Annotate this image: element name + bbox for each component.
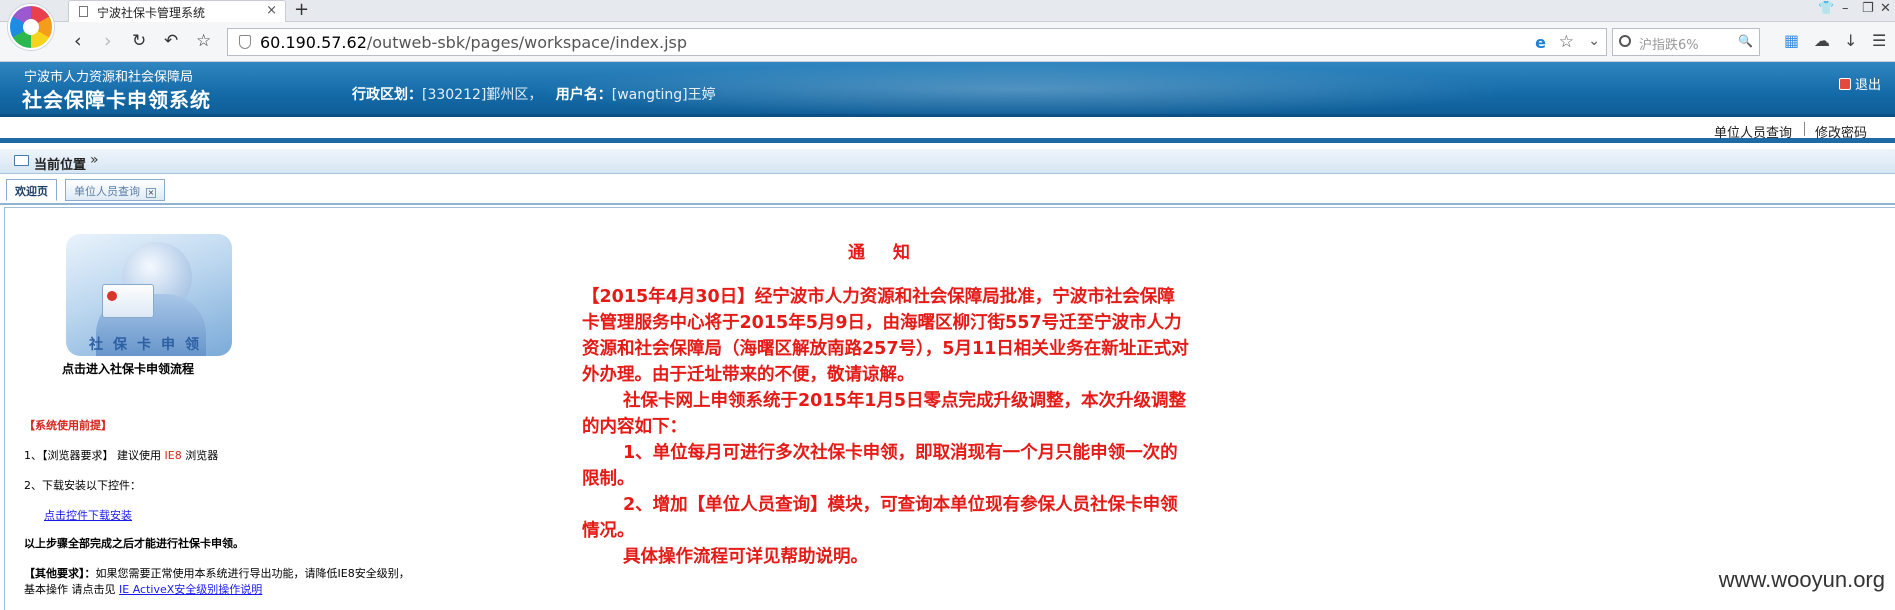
address-bar: ‹ › ↻ ↶ ☆ 60.190.57.62/outweb-sbk/pages/… [0, 22, 1895, 62]
url-input[interactable]: 60.190.57.62/outweb-sbk/pages/workspace/… [227, 28, 1607, 56]
other-requirement: 【其他要求】：如果您需要正常使用本系统进行导出功能，请降低IE8安全级别， [24, 567, 410, 580]
close-window-icon[interactable]: ✕ [1880, 1, 1891, 16]
minimize-icon[interactable]: – [1842, 1, 1849, 16]
user-label: 用户名： [555, 87, 612, 103]
user-info: 行政区划：[330212]鄞州区， 用户名：[wangting]王婷 [352, 84, 716, 104]
search-go-icon[interactable]: 🔍 [1738, 34, 1753, 48]
activex-help-line: 基本操作 请点击见 IE ActiveX安全级别操作说明 [24, 583, 263, 596]
undo-icon[interactable]: ↶ [164, 30, 178, 52]
sub-navigation: 单位人员查询 修改密码 [0, 117, 1895, 143]
tab-welcome[interactable]: 欢迎页 [6, 179, 57, 201]
page-tabs: 欢迎页 单位人员查询 × [0, 176, 1895, 205]
browser-tab-title: 宁波社保卡管理系统 [97, 6, 206, 20]
notice-title: 通知 [848, 243, 938, 263]
download-icon[interactable]: ↓ [1844, 31, 1857, 50]
notice-paragraph: 1、单位每月可进行多次社保卡申领，即取消现有一个月只能申领一次的限制。 [582, 443, 1178, 489]
tab-unit-query[interactable]: 单位人员查询 × [65, 179, 165, 201]
new-tab-button[interactable]: + [294, 0, 309, 20]
browser-tab[interactable]: 宁波社保卡管理系统 × [68, 0, 286, 22]
user-value: [wangting]王婷 [611, 87, 716, 103]
notice-paragraph: 社保卡网上申领系统于2015年1月5日零点完成升级调整，本次升级调整的内容如下： [582, 391, 1187, 437]
breadcrumb-label: 当前位置 [34, 158, 87, 173]
close-tab-icon[interactable]: × [146, 188, 156, 198]
notice-body: 【2015年4月30日】经宁波市人力资源和社会保障局批准，宁波市社会保障卡管理服… [582, 284, 1192, 570]
cloud-icon[interactable]: ☁ [1814, 31, 1830, 50]
favorite-star-icon[interactable]: ☆ [1559, 32, 1574, 52]
page-icon [79, 6, 88, 17]
complete-steps-note: 以上步骤全部完成之后才能进行社保卡申领。 [24, 537, 244, 550]
logout-label: 退出 [1854, 78, 1881, 93]
search-input[interactable]: 沪指跌6% 🔍 [1612, 28, 1760, 56]
breadcrumb-arrow-icon: » [90, 152, 99, 168]
power-icon [1838, 78, 1851, 90]
logout-button[interactable]: 退出 [1838, 74, 1881, 93]
reload-icon[interactable]: ↻ [132, 30, 146, 52]
system-title: 社会保障卡申领系统 [22, 88, 211, 112]
tab-welcome-label: 欢迎页 [15, 185, 48, 198]
close-tab-icon[interactable]: × [266, 3, 277, 18]
shirt-icon[interactable]: 👕 [1818, 1, 1834, 16]
browser-tab-bar: 宁波社保卡管理系统 × + 👕 – ❐ ✕ [0, 0, 1895, 22]
browser-logo-icon[interactable] [8, 4, 54, 50]
breadcrumb: 当前位置 » [0, 149, 1895, 174]
bookmark-star-icon[interactable]: ☆ [196, 30, 211, 52]
url-text: 60.190.57.62/outweb-sbk/pages/workspace/… [260, 33, 688, 52]
download-control-link[interactable]: 点击控件下载安装 [44, 507, 132, 523]
back-icon[interactable]: ‹ [74, 30, 82, 52]
notice-paragraph: 2、增加【单位人员查询】模块，可查询本单位现有参保人员社保卡申领情况。 [582, 495, 1178, 541]
apps-grid-icon[interactable]: ▦ [1784, 31, 1799, 50]
card-illustration [102, 284, 154, 318]
ie-mode-icon[interactable]: e [1535, 33, 1546, 52]
restore-icon[interactable]: ❐ [1862, 1, 1874, 16]
activex-help-link[interactable]: IE ActiveX安全级别操作说明 [119, 583, 262, 596]
card-caption: 社保卡申领 [89, 337, 209, 353]
shield-icon [239, 35, 251, 49]
change-password-link[interactable]: 修改密码 [1815, 122, 1867, 141]
divider [1804, 122, 1805, 136]
tab-unit-query-label: 单位人员查询 [74, 185, 140, 198]
social-security-card-banner[interactable]: 社保卡申领 [66, 234, 232, 356]
chevron-down-icon[interactable]: ⌄ [1588, 33, 1600, 49]
region-value: [330212]鄞州区， [422, 87, 543, 103]
region-label: 行政区划： [352, 87, 422, 103]
search-icon [1619, 35, 1631, 47]
app-header: 宁波市人力资源和社会保障局 社会保障卡申领系统 行政区划：[330212]鄞州区… [0, 62, 1895, 117]
forward-icon[interactable]: › [104, 30, 112, 52]
apply-flow-link[interactable]: 点击进入社保卡申领流程 [62, 360, 194, 377]
emblem-icon [107, 291, 117, 301]
folder-icon [14, 155, 29, 166]
unit-query-link[interactable]: 单位人员查询 [1714, 122, 1792, 141]
notice-paragraph: 具体操作流程可详见帮助说明。 [623, 547, 868, 567]
menu-icon[interactable]: ☰ [1872, 31, 1886, 50]
watermark: www.wooyun.org [1718, 567, 1885, 592]
notice-paragraph: 【2015年4月30日】经宁波市人力资源和社会保障局批准，宁波市社会保障卡管理服… [582, 287, 1189, 385]
requirements-title: 【系统使用前提】 [24, 419, 112, 432]
search-placeholder: 沪指跌6% [1639, 38, 1699, 53]
browser-requirement: 1、【浏览器要求】 建议使用 IE8 浏览器 [24, 449, 219, 462]
install-requirement: 2、下载安装以下控件： [24, 479, 141, 492]
org-name: 宁波市人力资源和社会保障局 [24, 70, 194, 85]
